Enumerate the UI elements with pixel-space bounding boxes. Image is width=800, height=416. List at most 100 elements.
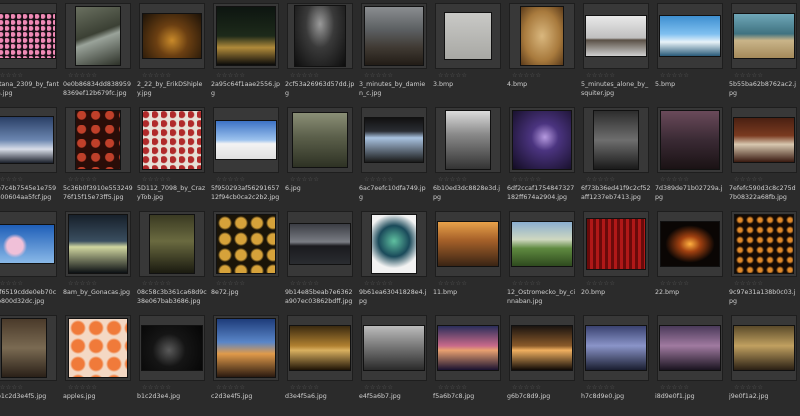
rating-stars[interactable]: ☆☆☆☆☆ bbox=[290, 176, 319, 183]
thumbnail-frame[interactable] bbox=[435, 211, 501, 277]
thumbnail-frame[interactable] bbox=[583, 315, 649, 381]
rating-stars[interactable]: ☆☆☆☆☆ bbox=[364, 72, 393, 79]
thumbnail-item[interactable]: ☆☆☆☆☆ 12_Ostromecko_by_cinnaban.jpg bbox=[505, 208, 579, 312]
thumbnail-frame[interactable] bbox=[65, 315, 131, 381]
rating-stars[interactable]: ☆☆☆☆☆ bbox=[0, 280, 23, 287]
thumbnail-item[interactable]: ☆☆☆☆☆ 0e0b86834dd8389598369ef12b679fc.jpg bbox=[61, 0, 135, 104]
rating-stars[interactable]: ☆☆☆☆☆ bbox=[142, 72, 171, 79]
thumbnail-frame[interactable] bbox=[657, 3, 723, 69]
thumbnail-frame[interactable] bbox=[139, 315, 205, 381]
thumbnail-image[interactable] bbox=[445, 13, 491, 59]
rating-stars[interactable]: ☆☆☆☆☆ bbox=[68, 384, 97, 391]
thumbnail-image[interactable] bbox=[661, 111, 719, 169]
rating-stars[interactable]: ☆☆☆☆☆ bbox=[290, 280, 319, 287]
thumbnail-item[interactable]: ☆☆☆☆☆ 7d389de71b02729a.jpg bbox=[653, 104, 727, 208]
thumbnail-frame[interactable] bbox=[657, 107, 723, 173]
rating-stars[interactable]: ☆☆☆☆☆ bbox=[216, 384, 245, 391]
thumbnail-frame[interactable] bbox=[213, 107, 279, 173]
thumbnail-frame[interactable] bbox=[65, 3, 131, 69]
rating-stars[interactable]: ☆☆☆☆☆ bbox=[364, 280, 393, 287]
thumbnail-item[interactable]: ☆☆☆☆☆ g6b7c8d9.jpg bbox=[505, 312, 579, 416]
rating-stars[interactable]: ☆☆☆☆☆ bbox=[660, 176, 689, 183]
thumbnail-frame[interactable] bbox=[435, 107, 501, 173]
thumbnail-image[interactable] bbox=[0, 117, 53, 163]
thumbnail-frame[interactable] bbox=[287, 3, 353, 69]
thumbnail-image[interactable] bbox=[438, 326, 498, 370]
thumbnail-item[interactable]: ☆☆☆☆☆ c2d3e4f5.jpg bbox=[209, 312, 283, 416]
thumbnail-image[interactable] bbox=[2, 319, 46, 377]
thumbnail-image[interactable] bbox=[446, 111, 490, 169]
rating-stars[interactable]: ☆☆☆☆☆ bbox=[438, 280, 467, 287]
thumbnail-frame[interactable] bbox=[287, 211, 353, 277]
thumbnail-item[interactable]: ☆☆☆☆☆ 6.jpg bbox=[283, 104, 357, 208]
thumbnail-item[interactable]: ☆☆☆☆☆ 22.bmp bbox=[653, 208, 727, 312]
thumbnail-item[interactable]: ☆☆☆☆☆ 11.bmp bbox=[431, 208, 505, 312]
thumbnail-image[interactable] bbox=[76, 7, 120, 65]
thumbnail-item[interactable]: ☆☆☆☆☆ 5c36b0f3910e55324976f15f15e73ff5.jp… bbox=[61, 104, 135, 208]
thumbnail-image[interactable] bbox=[290, 224, 350, 264]
thumbnail-image[interactable] bbox=[586, 326, 646, 370]
rating-stars[interactable]: ☆☆☆☆☆ bbox=[660, 384, 689, 391]
thumbnail-image[interactable] bbox=[216, 121, 276, 159]
rating-stars[interactable]: ☆☆☆☆☆ bbox=[512, 72, 541, 79]
thumbnail-image[interactable] bbox=[295, 6, 345, 66]
thumbnail-image[interactable] bbox=[0, 14, 55, 58]
rating-stars[interactable]: ☆☆☆☆☆ bbox=[142, 280, 171, 287]
rating-stars[interactable]: ☆☆☆☆☆ bbox=[586, 280, 615, 287]
thumbnail-image[interactable] bbox=[512, 326, 572, 370]
thumbnail-frame[interactable] bbox=[509, 3, 575, 69]
rating-stars[interactable]: ☆☆☆☆☆ bbox=[734, 280, 763, 287]
rating-stars[interactable]: ☆☆☆☆☆ bbox=[586, 176, 615, 183]
thumbnail-item[interactable]: ☆☆☆☆☆ b1c2d3e4.jpg bbox=[135, 312, 209, 416]
thumbnail-frame[interactable] bbox=[65, 107, 131, 173]
rating-stars[interactable]: ☆☆☆☆☆ bbox=[364, 384, 393, 391]
thumbnail-image[interactable] bbox=[69, 319, 127, 377]
thumbnail-image[interactable] bbox=[293, 113, 347, 167]
thumbnail-image[interactable] bbox=[76, 111, 120, 169]
thumbnail-frame[interactable] bbox=[731, 3, 797, 69]
thumbnail-item[interactable]: ☆☆☆☆☆ 6df2ccaf1754847327182ff674a2904.jpg bbox=[505, 104, 579, 208]
rating-stars[interactable]: ☆☆☆☆☆ bbox=[734, 72, 763, 79]
thumbnail-image[interactable] bbox=[661, 222, 719, 266]
thumbnail-frame[interactable] bbox=[657, 315, 723, 381]
thumbnail-image[interactable] bbox=[372, 215, 416, 273]
thumbnail-item[interactable]: ☆☆☆☆☆ 5b55ba62b8762ac2.jpg bbox=[727, 0, 800, 104]
thumbnail-frame[interactable] bbox=[731, 211, 797, 277]
thumbnail-frame[interactable] bbox=[509, 315, 575, 381]
thumbnail-image[interactable] bbox=[734, 326, 794, 370]
thumbnail-image[interactable] bbox=[150, 215, 194, 273]
thumbnail-frame[interactable] bbox=[361, 211, 427, 277]
thumbnail-frame[interactable] bbox=[361, 107, 427, 173]
thumbnail-item[interactable]: ☆☆☆☆☆a0b1c2d3e4f5.jpg bbox=[0, 312, 61, 416]
thumbnail-item[interactable]: ☆☆☆☆☆ 7efefc590d3c8c275d7b08322a68fb.jpg bbox=[727, 104, 800, 208]
thumbnail-image[interactable] bbox=[735, 215, 793, 273]
thumbnail-item[interactable]: ☆☆☆☆☆ j9e0f1a2.jpg bbox=[727, 312, 800, 416]
thumbnail-frame[interactable] bbox=[139, 107, 205, 173]
thumbnail-frame[interactable] bbox=[213, 3, 279, 69]
thumbnail-item[interactable]: ☆☆☆☆☆ 5.bmp bbox=[653, 0, 727, 104]
rating-stars[interactable]: ☆☆☆☆☆ bbox=[438, 72, 467, 79]
thumbnail-frame[interactable] bbox=[435, 315, 501, 381]
thumbnail-image[interactable] bbox=[734, 118, 794, 162]
rating-stars[interactable]: ☆☆☆☆☆ bbox=[734, 384, 763, 391]
thumbnail-item[interactable]: ☆☆☆☆☆ 6f73b36ed41f9c2cf52aff1237eb7413.jp… bbox=[579, 104, 653, 208]
rating-stars[interactable]: ☆☆☆☆☆ bbox=[68, 72, 97, 79]
thumbnail-image[interactable] bbox=[217, 215, 275, 273]
thumbnail-item[interactable]: ☆☆☆☆☆ 2a95c64f1aae2556.jpg bbox=[209, 0, 283, 104]
rating-stars[interactable]: ☆☆☆☆☆ bbox=[216, 176, 245, 183]
rating-stars[interactable]: ☆☆☆☆☆ bbox=[68, 176, 97, 183]
thumbnail-item[interactable]: ☆☆☆☆☆ 5be7c4b7545e1e759ce800604aa5fcf.jpg bbox=[0, 104, 61, 208]
thumbnail-frame[interactable] bbox=[583, 211, 649, 277]
thumbnail-item[interactable]: ☆☆☆☆☆ 5f950293af5629165712f94cb0ca2c2b2.j… bbox=[209, 104, 283, 208]
thumbnail-image[interactable] bbox=[594, 111, 638, 169]
rating-stars[interactable]: ☆☆☆☆☆ bbox=[512, 280, 541, 287]
thumbnail-frame[interactable] bbox=[509, 211, 575, 277]
rating-stars[interactable]: ☆☆☆☆☆ bbox=[438, 384, 467, 391]
thumbnail-item[interactable]: ☆☆☆☆☆ 8am_by_Gonacas.jpg bbox=[61, 208, 135, 312]
thumbnail-item[interactable]: ☆☆☆☆☆ fantana_2309_by_fantana.jpg bbox=[0, 0, 61, 104]
thumbnail-image[interactable] bbox=[217, 7, 275, 65]
thumbnail-image[interactable] bbox=[521, 7, 563, 65]
thumbnail-frame[interactable] bbox=[287, 107, 353, 173]
thumbnail-image[interactable] bbox=[143, 14, 201, 58]
thumbnail-item[interactable]: ☆☆☆☆☆ apples.jpg bbox=[61, 312, 135, 416]
